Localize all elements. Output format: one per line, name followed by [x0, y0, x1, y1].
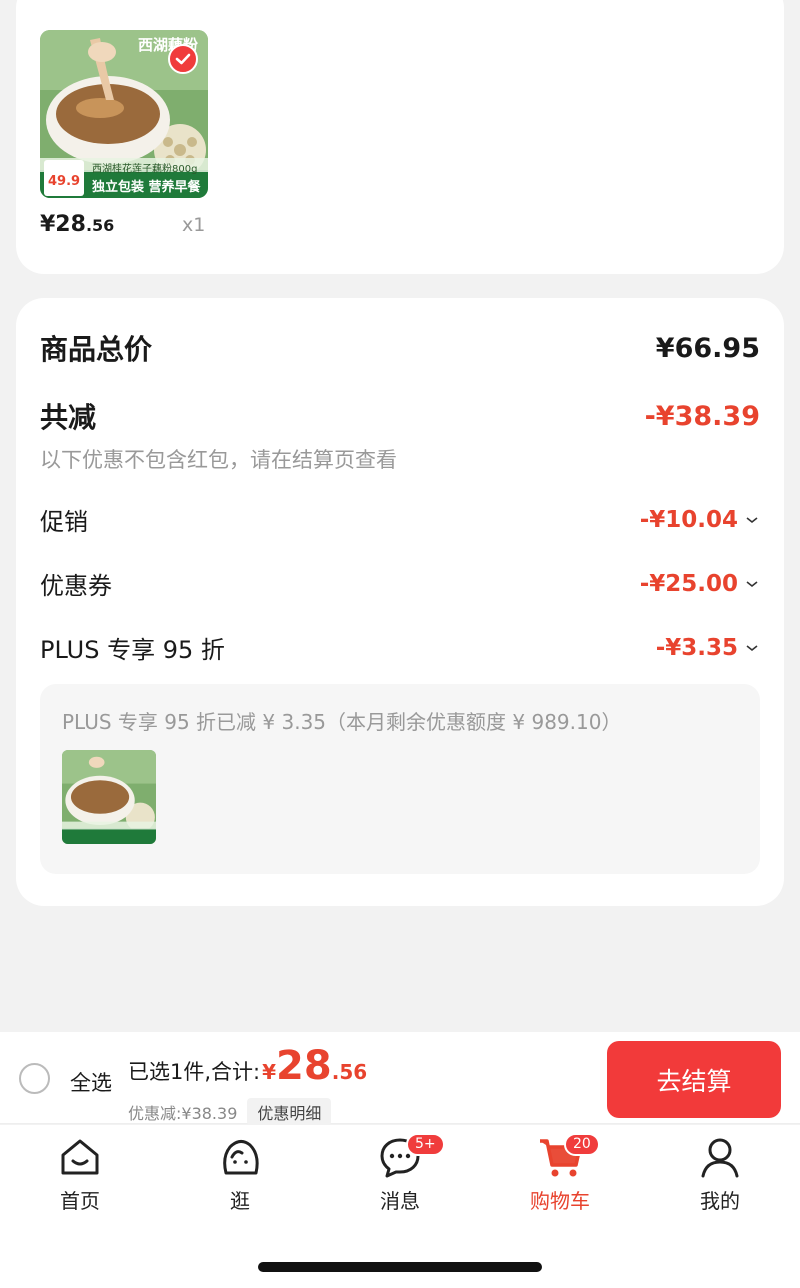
- selected-check-icon: [168, 44, 198, 74]
- tab-stroll-label: 逛: [230, 1189, 250, 1213]
- chevron-down-icon: [746, 580, 758, 587]
- product-price-dec: .56: [85, 216, 115, 235]
- tab-stroll[interactable]: 逛: [180, 1135, 300, 1214]
- plus-discount-value: -¥3.35: [655, 634, 738, 661]
- select-all-radio[interactable]: [19, 1063, 50, 1094]
- product-card: 西湖藕粉 西湖桂花莲子藕粉800g 独立包装 营养早餐 49.9 ¥28.56 …: [16, 0, 784, 274]
- product-price-int: ¥28: [40, 212, 86, 237]
- coupon-label: 优惠券: [40, 572, 112, 600]
- tab-home-label: 首页: [60, 1189, 100, 1213]
- home-icon: [61, 1139, 99, 1175]
- coupon-value: -¥25.00: [639, 570, 738, 597]
- product-price: ¥28.56: [40, 212, 114, 237]
- reduce-row: 共减 -¥38.39: [40, 396, 760, 436]
- total-row: 商品总价 ¥66.95: [40, 328, 760, 368]
- tab-profile[interactable]: 我的: [660, 1135, 780, 1214]
- total-amount-dec: .56: [331, 1060, 368, 1084]
- plus-discount-label: PLUS 专享 95 折: [40, 636, 225, 664]
- reduce-value: -¥38.39: [644, 400, 760, 432]
- cart-badge: 20: [564, 1133, 600, 1157]
- chevron-down-icon: [746, 516, 758, 523]
- promotion-label: 促销: [40, 508, 88, 536]
- selected-total: 已选1件,合计: ¥ 28 .56: [128, 1046, 367, 1086]
- home-indicator: [258, 1262, 542, 1272]
- discount-amount: 优惠减:¥38.39: [128, 1104, 238, 1123]
- product-image[interactable]: 西湖藕粉 西湖桂花莲子藕粉800g 独立包装 营养早餐 49.9: [40, 30, 208, 198]
- reduce-label: 共减: [40, 401, 97, 434]
- plus-product-thumbnail: [62, 750, 156, 844]
- plus-detail-text: PLUS 专享 95 折已减 ¥ 3.35（本月剩余优惠额度 ¥ 989.10）: [62, 710, 622, 734]
- tab-messages-label: 消息: [380, 1189, 420, 1213]
- tab-profile-label: 我的: [700, 1189, 740, 1213]
- discount-note: 以下优惠不包含红包，请在结算页查看: [40, 448, 397, 472]
- message-badge: 5+: [406, 1133, 445, 1157]
- chevron-up-icon: [746, 644, 758, 651]
- plus-detail-box: PLUS 专享 95 折已减 ¥ 3.35（本月剩余优惠额度 ¥ 989.10）: [40, 684, 760, 874]
- select-all-label[interactable]: 全选: [70, 1067, 112, 1097]
- promotion-value: -¥10.04: [639, 506, 738, 533]
- coupon-row[interactable]: 优惠券 -¥25.00: [40, 566, 760, 601]
- lotus-powder-thumb-image: [62, 750, 156, 844]
- image-price: 49.9: [48, 174, 81, 189]
- promotion-row[interactable]: 促销 -¥10.04: [40, 502, 760, 537]
- tab-cart-label: 购物车: [530, 1189, 590, 1213]
- image-caption-line: 西湖桂花莲子藕粉800g: [92, 164, 198, 175]
- image-tag: 独立包装 营养早餐: [92, 180, 201, 195]
- selected-count-text: 已选1件,合计:: [128, 1060, 261, 1084]
- discount-detail-button[interactable]: 优惠明细: [247, 1098, 332, 1126]
- checkout-bar: 全选 已选1件,合计: ¥ 28 .56 优惠减:¥38.39 优惠明细 去结算: [0, 1032, 800, 1126]
- product-quantity: x1: [182, 214, 206, 236]
- tab-messages[interactable]: 5+ 消息: [340, 1133, 460, 1214]
- total-label: 商品总价: [40, 333, 153, 366]
- tab-home[interactable]: 首页: [20, 1135, 140, 1214]
- profile-icon: [701, 1138, 739, 1178]
- plus-discount-row[interactable]: PLUS 专享 95 折 -¥3.35: [40, 630, 760, 665]
- price-summary-card: 商品总价 ¥66.95 共减 -¥38.39 以下优惠不包含红包，请在结算页查看…: [16, 298, 784, 906]
- total-amount-int: 28: [276, 1043, 332, 1089]
- total-value: ¥66.95: [655, 332, 760, 364]
- checkout-button[interactable]: 去结算: [607, 1041, 781, 1118]
- stroll-icon: [223, 1140, 259, 1175]
- discount-line: 优惠减:¥38.39 优惠明细: [128, 1098, 332, 1126]
- tab-cart[interactable]: 20 购物车: [500, 1133, 620, 1214]
- total-currency: ¥: [262, 1060, 277, 1084]
